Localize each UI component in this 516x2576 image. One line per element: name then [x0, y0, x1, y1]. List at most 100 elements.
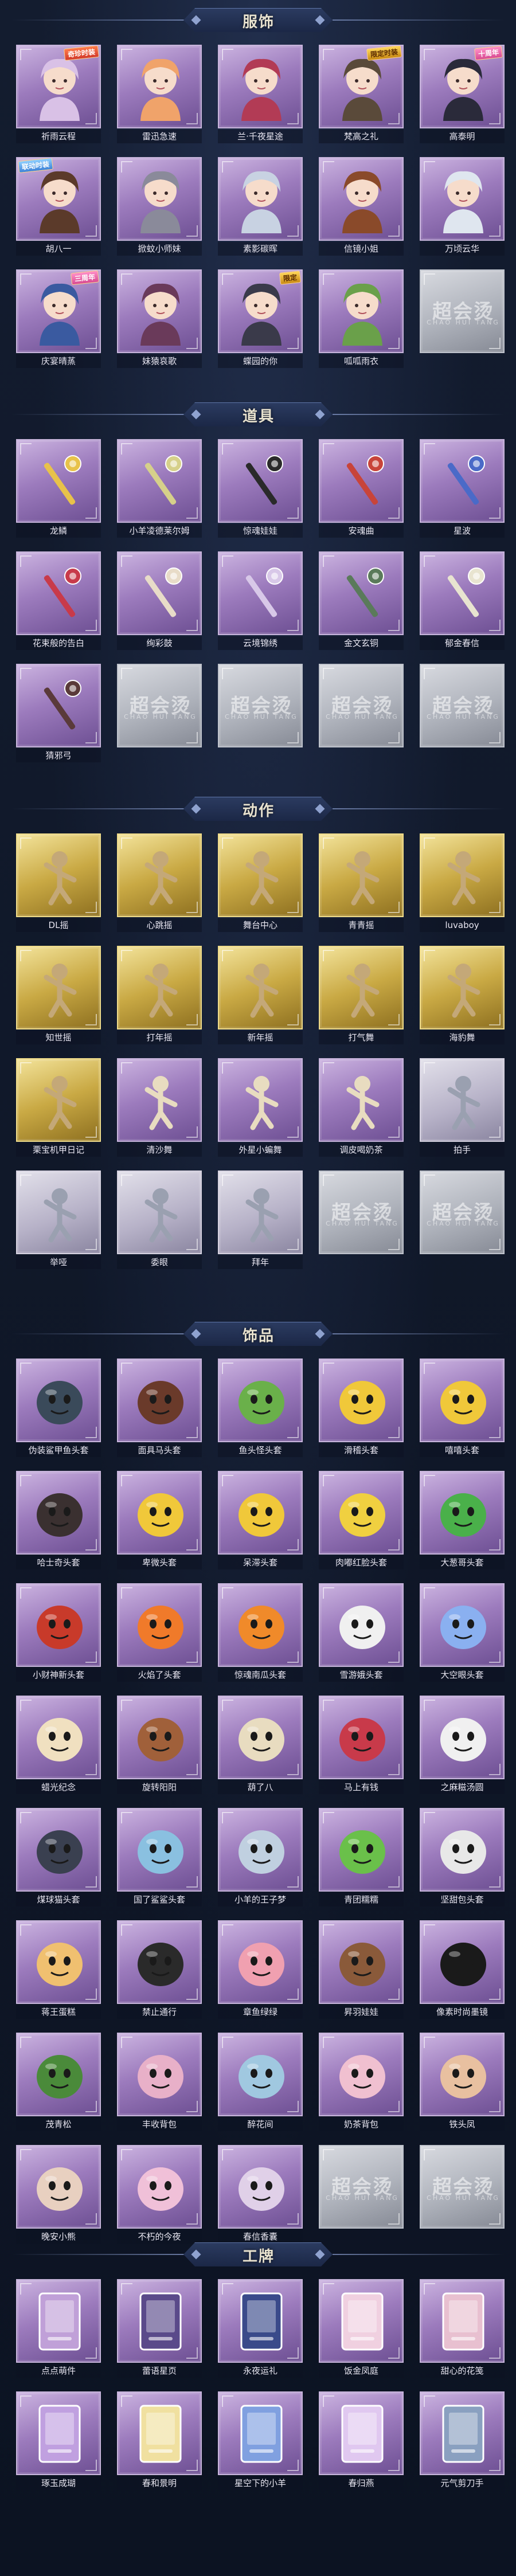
item-card[interactable]: 晚安小熊 [16, 2145, 101, 2245]
item-card[interactable]: 打年摇 [117, 946, 202, 1046]
item-card[interactable]: 郁金春信 [420, 551, 505, 651]
item-card[interactable]: 调皮喝奶茶 [319, 1058, 404, 1158]
item-card[interactable]: 呆滞头套 [218, 1471, 303, 1571]
empty-slot-card[interactable]: 超会烫 CHAO HUI TANG [319, 664, 404, 764]
item-card[interactable]: 琢玉成瑚 [16, 2391, 101, 2491]
item-card[interactable]: 青团糯糯 [319, 1808, 404, 1908]
item-card[interactable]: luvaboy [420, 833, 505, 933]
empty-slot-card[interactable]: 超会烫 CHAO HUI TANG [319, 2145, 404, 2245]
item-card[interactable]: 禁止通行 [117, 1920, 202, 2020]
item-card[interactable]: 限定 蝶园的你 [218, 269, 303, 369]
item-card[interactable]: 坚甜包头套 [420, 1808, 505, 1908]
item-card[interactable]: 哈士奇头套 [16, 1471, 101, 1571]
item-card[interactable]: 醉花间 [218, 2033, 303, 2132]
item-card[interactable]: 奶茶背包 [319, 2033, 404, 2132]
empty-slot-card[interactable]: 超会烫 CHAO HUI TANG [117, 664, 202, 764]
item-card[interactable]: 舞台中心 [218, 833, 303, 933]
item-card[interactable]: 不朽的今夜 [117, 2145, 202, 2245]
item-card[interactable]: 嘻嘻头套 [420, 1359, 505, 1458]
item-card[interactable]: 雪游娥头套 [319, 1583, 404, 1683]
item-card[interactable]: DL摇 [16, 833, 101, 933]
item-card[interactable]: 饭金凤庭 [319, 2279, 404, 2379]
item-card[interactable]: 知世摇 [16, 946, 101, 1046]
item-card[interactable]: 掀蚊小师妹 [117, 157, 202, 257]
item-card[interactable]: 旋转阳阳 [117, 1696, 202, 1795]
item-card[interactable]: 蜡光纪念 [16, 1696, 101, 1795]
item-card[interactable]: 伪装鲨甲鱼头套 [16, 1359, 101, 1458]
item-card[interactable]: 猜邪弓 [16, 664, 101, 764]
item-card[interactable]: 妹猿哀歌 [117, 269, 202, 369]
item-card[interactable]: 葫了八 [218, 1696, 303, 1795]
item-card[interactable]: 新年摇 [218, 946, 303, 1046]
item-card[interactable]: 星空下的小羊 [218, 2391, 303, 2491]
item-card[interactable]: 委眼 [117, 1170, 202, 1270]
item-card[interactable]: 限定时装 梵高之礼 [319, 45, 404, 144]
item-card[interactable]: 拍手 [420, 1058, 505, 1158]
item-card[interactable]: 春归燕 [319, 2391, 404, 2491]
item-card[interactable]: 小羊的王子梦 [218, 1808, 303, 1908]
item-card[interactable]: 星波 [420, 439, 505, 539]
item-card[interactable]: 面具马头套 [117, 1359, 202, 1458]
item-card[interactable]: 点点萌件 [16, 2279, 101, 2379]
empty-slot-card[interactable]: 超会烫 CHAO HUI TANG [218, 664, 303, 764]
item-card[interactable]: 龙鳞 [16, 439, 101, 539]
item-card[interactable]: 云境锦绣 [218, 551, 303, 651]
item-card[interactable]: 蕾语星页 [117, 2279, 202, 2379]
item-card[interactable]: 花束般的告白 [16, 551, 101, 651]
item-card[interactable]: 外星小蝙舞 [218, 1058, 303, 1158]
item-card[interactable]: 章鱼绿绿 [218, 1920, 303, 2020]
item-card[interactable]: 兰·千夜星途 [218, 45, 303, 144]
item-card[interactable]: 拜年 [218, 1170, 303, 1270]
item-card[interactable]: 小羊凌德莱尔姆 [117, 439, 202, 539]
item-card[interactable]: 金文玄铜 [319, 551, 404, 651]
empty-slot-card[interactable]: 超会烫 CHAO HUI TANG [420, 269, 505, 369]
item-card[interactable]: 滑稽头套 [319, 1359, 404, 1458]
item-card[interactable]: 马上有钱 [319, 1696, 404, 1795]
item-card[interactable]: 三周年 庆宴晴蒸 [16, 269, 101, 369]
item-card[interactable]: 惊魂南瓜头套 [218, 1583, 303, 1683]
item-card[interactable]: 绚彩鼓 [117, 551, 202, 651]
item-card[interactable]: 呱呱雨衣 [319, 269, 404, 369]
empty-slot-card[interactable]: 超会烫 CHAO HUI TANG [420, 1170, 505, 1270]
item-card[interactable]: 心跳摇 [117, 833, 202, 933]
item-card[interactable]: 素影碳晖 [218, 157, 303, 257]
item-card[interactable]: 举哑 [16, 1170, 101, 1270]
item-card[interactable]: 清沙舞 [117, 1058, 202, 1158]
item-card[interactable]: 甜心的花笺 [420, 2279, 505, 2379]
item-card[interactable]: 联动时装 胡八一 [16, 157, 101, 257]
item-card[interactable]: 蒋王蛋糕 [16, 1920, 101, 2020]
item-card[interactable]: 大空眼头套 [420, 1583, 505, 1683]
item-card[interactable]: 国了鲨鲨头套 [117, 1808, 202, 1908]
item-card[interactable]: 春信香囊 [218, 2145, 303, 2245]
empty-slot-card[interactable]: 超会烫 CHAO HUI TANG [420, 2145, 505, 2245]
item-card[interactable]: 火焰了头套 [117, 1583, 202, 1683]
item-card[interactable]: 卑微头套 [117, 1471, 202, 1571]
item-card[interactable]: 十周年 高泰明 [420, 45, 505, 144]
item-card[interactable]: 春和景明 [117, 2391, 202, 2491]
item-card[interactable]: 铁头凤 [420, 2033, 505, 2132]
item-card[interactable]: 奇珍时装 祈雨云程 [16, 45, 101, 144]
item-card[interactable]: 惊魂娃娃 [218, 439, 303, 539]
item-card[interactable]: 永夜运礼 [218, 2279, 303, 2379]
item-card[interactable]: 大葱哥头套 [420, 1471, 505, 1571]
item-card[interactable]: 鱼头怪头套 [218, 1359, 303, 1458]
empty-slot-card[interactable]: 超会烫 CHAO HUI TANG [420, 664, 505, 764]
item-card[interactable]: 小财神新头套 [16, 1583, 101, 1683]
empty-slot-card[interactable]: 超会烫 CHAO HUI TANG [319, 1170, 404, 1270]
item-card[interactable]: 信镜小姐 [319, 157, 404, 257]
item-card[interactable]: 煤球猫头套 [16, 1808, 101, 1908]
item-card[interactable]: 雷迅急速 [117, 45, 202, 144]
item-card[interactable]: 安魂曲 [319, 439, 404, 539]
item-card[interactable]: 之麻糍汤圆 [420, 1696, 505, 1795]
item-card[interactable]: 元气剪刀手 [420, 2391, 505, 2491]
item-card[interactable]: 丰收背包 [117, 2033, 202, 2132]
item-card[interactable]: 茂青松 [16, 2033, 101, 2132]
item-card[interactable]: 栗宝机甲日记 [16, 1058, 101, 1158]
item-card[interactable]: 昇羽娃娃 [319, 1920, 404, 2020]
item-card[interactable]: 肉嘟红脸头套 [319, 1471, 404, 1571]
item-card[interactable]: 万顷云华 [420, 157, 505, 257]
item-card[interactable]: 打气舞 [319, 946, 404, 1046]
item-card[interactable]: 海豹舞 [420, 946, 505, 1046]
item-card[interactable]: 青青摇 [319, 833, 404, 933]
item-card[interactable]: 像素时尚墨镜 [420, 1920, 505, 2020]
